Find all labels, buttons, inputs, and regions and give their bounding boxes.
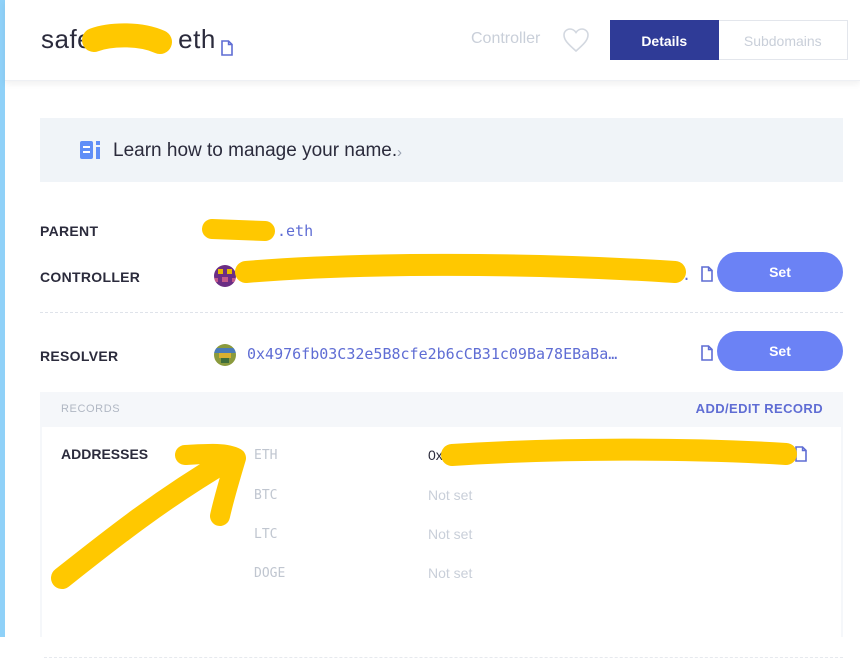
learn-banner[interactable]: Learn how to manage your name. ›	[40, 118, 843, 182]
coin-value-btc: Not set	[428, 487, 473, 503]
records-header: RECORDS ADD/EDIT RECORD	[40, 392, 843, 427]
copy-icon[interactable]	[700, 345, 714, 361]
chevron-right-icon: ›	[397, 144, 402, 161]
coin-label-ltc: LTC	[254, 527, 278, 542]
coin-value-eth[interactable]: 0x	[428, 447, 443, 463]
copy-icon[interactable]	[700, 266, 714, 282]
coin-value-ltc: Not set	[428, 526, 473, 542]
resolver-address[interactable]: 0x4976fb03C32e5B8cfe2b6cCB31c09Ba78EBaBa…	[247, 345, 617, 363]
view-tabs: Details Subdomains	[610, 20, 848, 60]
name-header: safe eth Controller Details Subdomains	[5, 0, 860, 81]
records-panel: RECORDS ADD/EDIT RECORD ADDRESSES ETH 0x…	[40, 392, 843, 658]
parent-value[interactable]: .eth	[277, 222, 313, 240]
records-body: ADDRESSES ETH 0x BTC Not set LTC Not set…	[42, 427, 843, 658]
coin-label-eth: ETH	[254, 448, 278, 463]
learn-link-text[interactable]: Learn how to manage your name.	[113, 140, 397, 162]
domain-name-suffix: eth	[178, 24, 216, 54]
controller-address-end: .	[682, 266, 692, 284]
set-resolver-button[interactable]: Set	[717, 331, 843, 371]
resolver-label: RESOLVER	[40, 348, 119, 364]
book-icon	[80, 141, 106, 159]
coin-label-btc: BTC	[254, 488, 278, 503]
tab-details[interactable]: Details	[610, 20, 719, 60]
tab-subdomains[interactable]: Subdomains	[718, 20, 848, 60]
domain-name: safe eth	[41, 24, 234, 56]
set-controller-button[interactable]: Set	[717, 252, 843, 292]
domain-name-prefix: safe	[41, 24, 93, 54]
redacted-name	[92, 27, 178, 53]
add-edit-record-button[interactable]: ADD/EDIT RECORD	[696, 401, 823, 416]
copy-icon[interactable]	[220, 32, 234, 56]
heart-icon[interactable]	[562, 27, 590, 53]
resolver-avatar	[214, 344, 236, 366]
section-divider	[40, 312, 843, 313]
records-title: RECORDS	[61, 403, 121, 415]
coin-value-doge: Not set	[428, 565, 473, 581]
parent-label: PARENT	[40, 223, 99, 239]
copy-icon[interactable]	[794, 446, 808, 462]
controller-label: CONTROLLER	[40, 269, 141, 285]
controller-link[interactable]: Controller	[471, 30, 540, 48]
controller-avatar	[214, 265, 236, 287]
coin-label-doge: DOGE	[254, 566, 286, 581]
addresses-label: ADDRESSES	[61, 446, 149, 462]
